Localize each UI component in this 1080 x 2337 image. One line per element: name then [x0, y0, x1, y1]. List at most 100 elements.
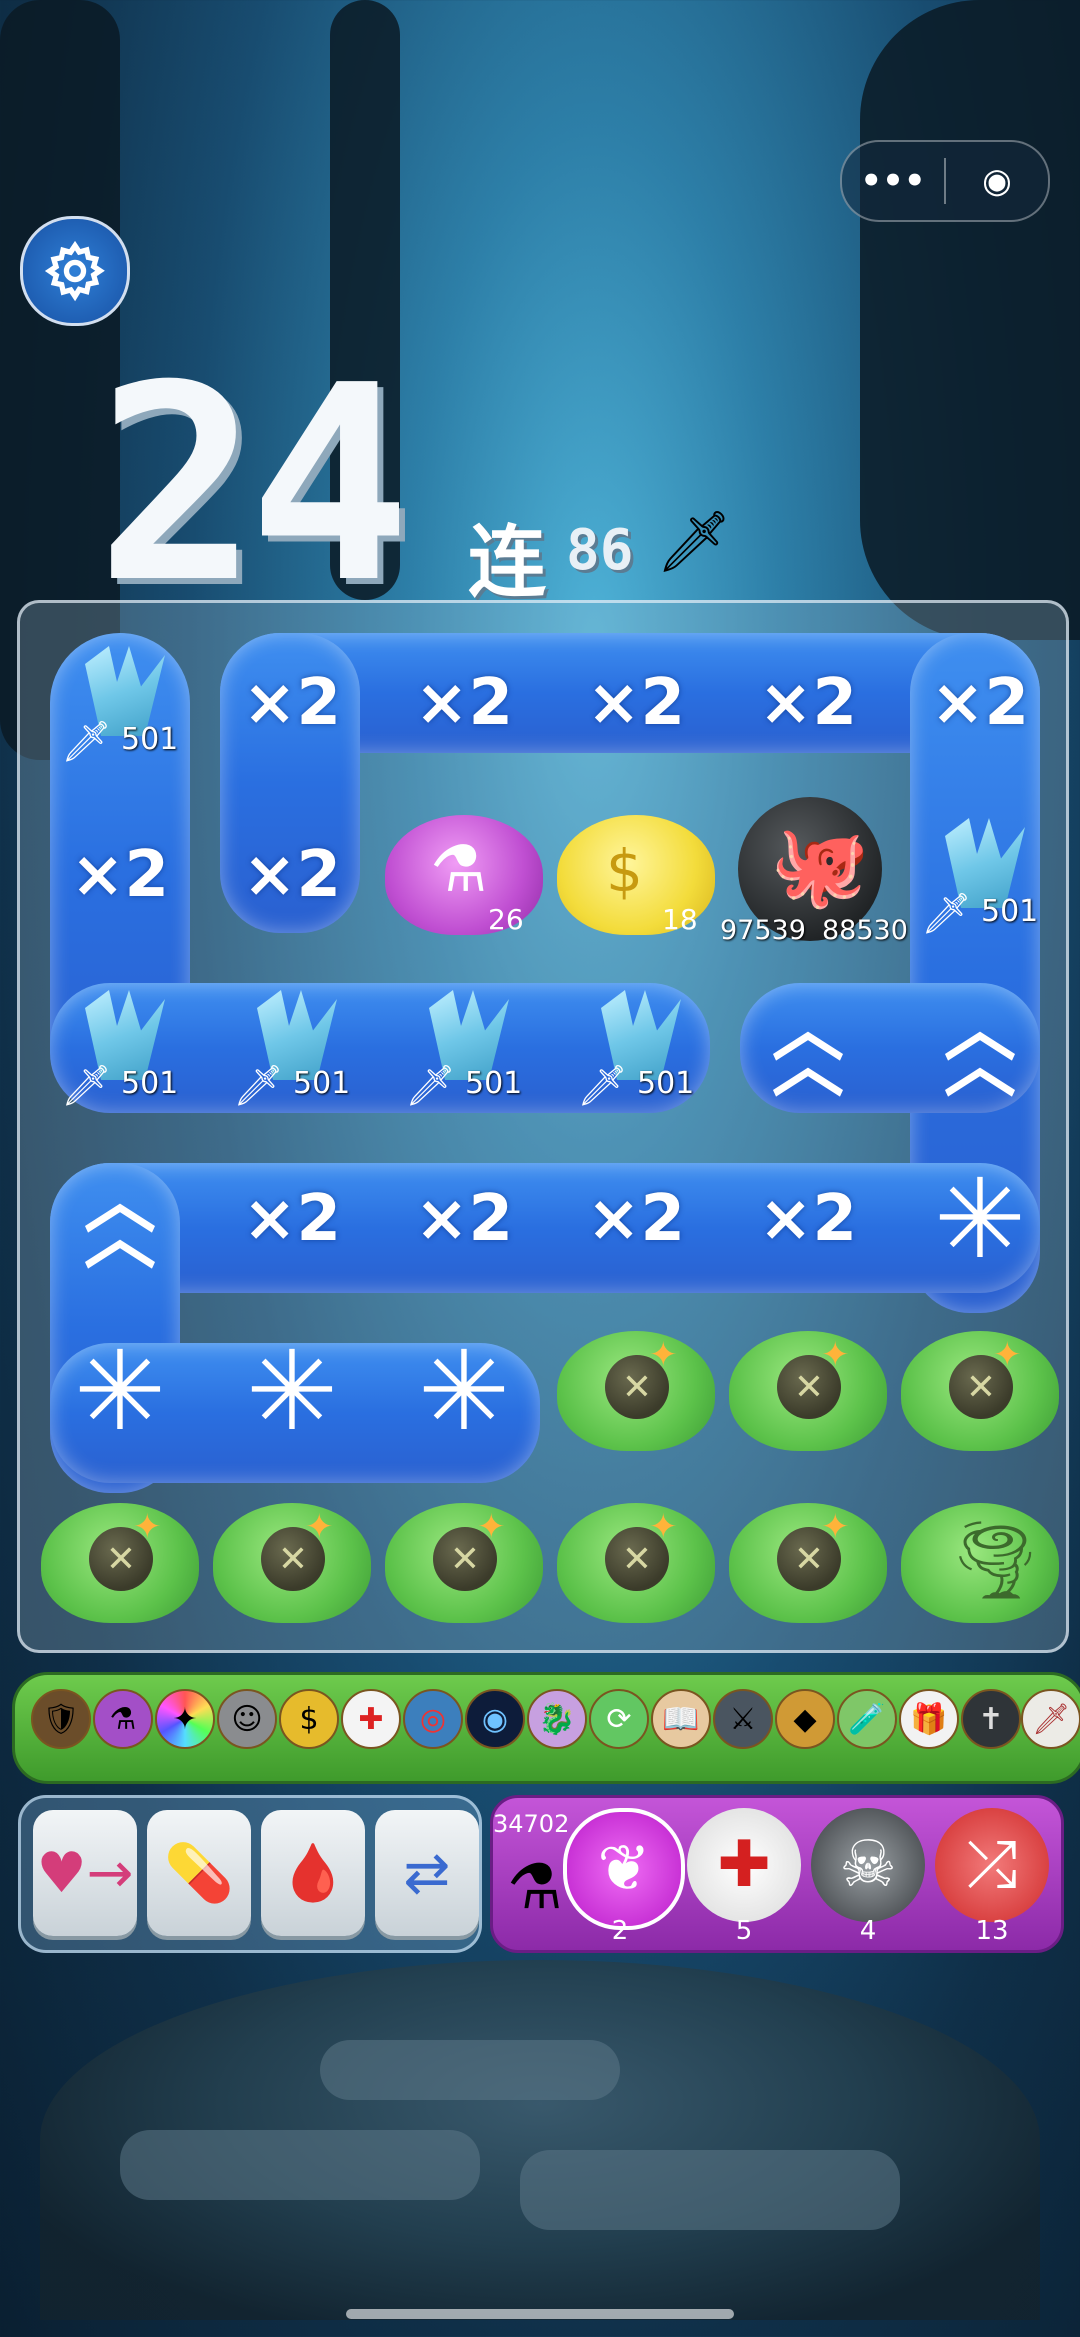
shuffle-skill-button[interactable]: ⤮ — [935, 1808, 1049, 1922]
multiplier-cell[interactable]: ×2 — [722, 1133, 894, 1305]
coin-medal-icon[interactable]: $ — [279, 1689, 339, 1749]
book-medal-icon[interactable]: 📖 — [651, 1689, 711, 1749]
gem-count: 501 — [121, 722, 179, 757]
fuse-spark-icon: ✦ — [477, 1507, 506, 1547]
bomb-cell[interactable]: ✕ ✦ — [722, 1477, 894, 1649]
multiplier-label: ×2 — [586, 1182, 686, 1256]
cross-medal-icon[interactable]: ✝ — [961, 1689, 1021, 1749]
multiplier-cell[interactable]: ×2 — [894, 617, 1066, 789]
snowflake-cell[interactable]: ✳ — [34, 1305, 206, 1477]
potion-medal-icon[interactable]: ⚗ — [93, 1689, 153, 1749]
equipment-bar: 🛡 ⚗ ✦ ☺ $ ✚ ◎ ◉ 🐉 ⟳ 📖 ⚔ ◆ 🧪 🎁 ✝ 🗡 — [12, 1672, 1080, 1784]
combo-count: 86 — [566, 518, 634, 583]
gem-count: 501 — [465, 1066, 523, 1101]
bomb-cell[interactable]: ✕ ✦ — [722, 1305, 894, 1477]
vampire-skill-button[interactable]: ☠ — [811, 1808, 925, 1922]
multiplier-label: ×2 — [242, 1182, 342, 1256]
gem-count: 501 — [293, 1066, 351, 1101]
snowflake-cell[interactable]: ✳ — [894, 1133, 1066, 1305]
gift-medal-icon[interactable]: 🎁 — [899, 1689, 959, 1749]
mini-program-capsule: ••• ◉ — [840, 140, 1050, 222]
cycle-medal-icon[interactable]: ⟳ — [589, 1689, 649, 1749]
dragon-medal-icon[interactable]: 🐉 — [527, 1689, 587, 1749]
bomb-cell[interactable]: ✕ ✦ — [34, 1477, 206, 1649]
multiplier-cell[interactable]: ×2 — [34, 789, 206, 961]
shield-medal-icon[interactable]: 🛡 — [31, 1689, 91, 1749]
multiplier-cell[interactable]: ×2 — [722, 617, 894, 789]
green-blob: ✕ ✦ — [557, 1503, 715, 1623]
crystal-sword-icon: 🗡 501 — [399, 982, 529, 1112]
home-indicator[interactable] — [346, 2309, 734, 2319]
chevron-cell[interactable]: ︿ ︿ — [34, 1133, 206, 1305]
multiplier-cell[interactable]: ×2 — [378, 617, 550, 789]
bomb-cell[interactable]: ✕ ✦ — [894, 1305, 1066, 1477]
pill-bottle-button[interactable]: 💊 — [147, 1810, 251, 1936]
crystal-sword-icon: 🗡 501 — [55, 982, 185, 1112]
multiplier-cell[interactable]: ×2 — [206, 1133, 378, 1305]
bomb-cell[interactable]: ✕ ✦ — [550, 1477, 722, 1649]
fuse-spark-icon: ✦ — [993, 1335, 1022, 1375]
coin-icon: $ — [606, 837, 643, 905]
gem-cell[interactable]: 🗡 501 — [894, 789, 1066, 961]
pill-bottle-icon: 💊 — [164, 1841, 234, 1906]
vortex-medal-icon[interactable]: ◉ — [465, 1689, 525, 1749]
tornado-cell[interactable]: 🌪 — [894, 1477, 1066, 1649]
gem-cell[interactable]: 🗡 501 — [550, 961, 722, 1133]
fuse-spark-icon: ✦ — [133, 1507, 162, 1547]
monster-attack: 97539 — [720, 915, 806, 946]
multiplier-cell[interactable]: ×2 — [378, 1133, 550, 1305]
fuse-spark-icon: ✦ — [649, 1507, 678, 1547]
wing-skill-button[interactable]: ❦ — [563, 1808, 685, 1930]
swap-potion-button[interactable]: ♥→ — [33, 1810, 137, 1936]
bottle-medal-icon[interactable]: 🧪 — [837, 1689, 897, 1749]
warrior-medal-icon[interactable]: ⚔ — [713, 1689, 773, 1749]
rainbow-medal-icon[interactable]: ✦ — [155, 1689, 215, 1749]
potion-icon: ⚗ — [430, 833, 488, 907]
gem-cell[interactable]: 🗡 501 — [206, 961, 378, 1133]
red-cross-icon: ✚ — [717, 1828, 771, 1902]
bomb-cell[interactable]: ✕ ✦ — [550, 1305, 722, 1477]
shuffle-dots-button[interactable]: ⇄ — [375, 1810, 479, 1936]
sword-medal-icon[interactable]: 🗡 — [1021, 1689, 1080, 1749]
snowflake-cell[interactable]: ✳ — [378, 1305, 550, 1477]
green-blob: ✕ ✦ — [901, 1331, 1059, 1451]
multiplier-cell[interactable]: ×2 — [550, 1133, 722, 1305]
gem-cell[interactable]: 🗡 501 — [378, 961, 550, 1133]
path-stone — [120, 2130, 480, 2200]
more-dots-icon[interactable]: ••• — [842, 142, 944, 220]
target-medal-icon[interactable]: ◎ — [403, 1689, 463, 1749]
gem-cell[interactable]: 🗡 501 — [34, 961, 206, 1133]
multiplier-cell[interactable]: ×2 — [206, 789, 378, 961]
gem-cell[interactable]: 🗡 501 — [34, 617, 206, 789]
old-man-medal-icon[interactable]: ☺ — [217, 1689, 277, 1749]
bomb-cell[interactable]: ✕ ✦ — [206, 1477, 378, 1649]
shuffle-icon: ⤮ — [966, 1828, 1018, 1902]
target-icon[interactable]: ◉ — [946, 142, 1048, 220]
multiplier-cell[interactable]: ×2 — [550, 617, 722, 789]
heal-skill-button[interactable]: ✚ — [687, 1808, 801, 1922]
chevron-cell[interactable]: ︿ ︿ — [722, 961, 894, 1133]
potion-count: 26 — [488, 903, 524, 936]
coin-cell[interactable]: $ 18 — [550, 789, 722, 961]
heal-medal-icon[interactable]: ✚ — [341, 1689, 401, 1749]
multiplier-cell[interactable]: ×2 — [206, 617, 378, 789]
snowflake-icon: ✳ — [933, 1155, 1027, 1283]
multiplier-label: ×2 — [414, 666, 514, 740]
blood-bag-button[interactable]: 🩸 — [261, 1810, 365, 1936]
snowflake-cell[interactable]: ✳ — [206, 1305, 378, 1477]
combo-label: 连 — [468, 518, 547, 608]
vampire-skill-count: 4 — [859, 1916, 877, 1946]
crystal-sword-icon: 🗡 501 — [227, 982, 357, 1112]
multiplier-label: ×2 — [70, 838, 170, 912]
chevron-cell[interactable]: ︿ ︿ — [894, 961, 1066, 1133]
snowflake-icon: ✳ — [245, 1327, 339, 1455]
multiplier-label: ×2 — [758, 1182, 858, 1256]
settings-button[interactable] — [20, 216, 130, 326]
bomb-cell[interactable]: ✕ ✦ — [378, 1477, 550, 1649]
gold-pile-medal-icon[interactable]: ◆ — [775, 1689, 835, 1749]
potion-cell[interactable]: ⚗ 26 — [378, 789, 550, 961]
green-blob: ✕ ✦ — [213, 1503, 371, 1623]
gem-count: 501 — [121, 1066, 179, 1101]
double-chevron-up-icon: ︿ ︿ — [83, 1159, 156, 1279]
monster-cell[interactable]: 🐙 97539 88530 — [720, 789, 908, 961]
